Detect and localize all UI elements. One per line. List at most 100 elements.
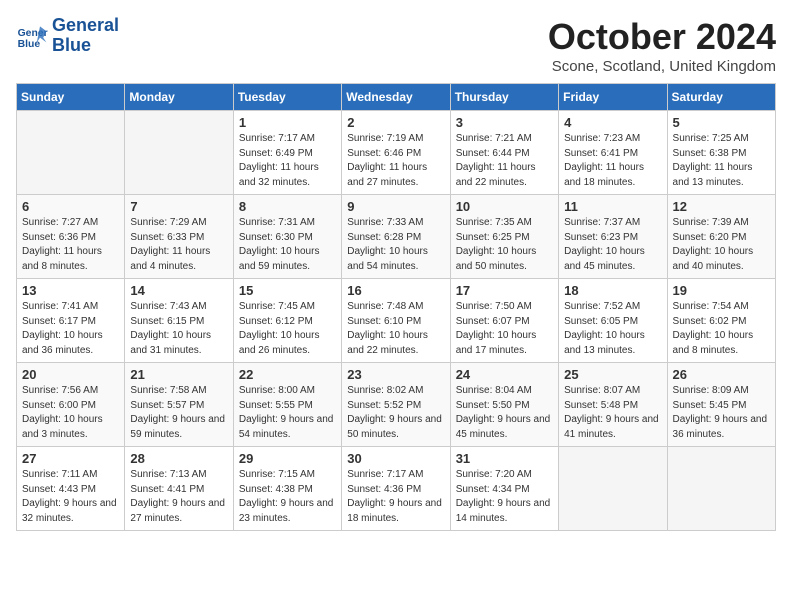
day-number: 14 xyxy=(130,283,227,298)
day-detail: Sunrise: 7:56 AM Sunset: 6:00 PM Dayligh… xyxy=(22,384,119,442)
location: Scone, Scotland, United Kingdom xyxy=(548,58,776,75)
day-number: 27 xyxy=(22,451,119,466)
day-detail: Sunrise: 7:39 AM Sunset: 6:20 PM Dayligh… xyxy=(673,216,770,274)
title-block: October 2024 Scone, Scotland, United Kin… xyxy=(548,16,776,75)
calendar-day-cell: 2 Sunrise: 7:19 AM Sunset: 6:46 PM Daylig… xyxy=(342,111,450,195)
day-detail: Sunrise: 8:07 AM Sunset: 5:48 PM Dayligh… xyxy=(564,384,661,442)
day-of-week-header: Friday xyxy=(559,84,667,111)
calendar-day-cell: 25 Sunrise: 8:07 AM Sunset: 5:48 PM Dayli… xyxy=(559,363,667,447)
day-number: 6 xyxy=(22,199,119,214)
day-detail: Sunrise: 8:09 AM Sunset: 5:45 PM Dayligh… xyxy=(673,384,770,442)
day-detail: Sunrise: 7:50 AM Sunset: 6:07 PM Dayligh… xyxy=(456,300,553,358)
calendar-day-cell xyxy=(125,111,233,195)
calendar-day-cell: 8 Sunrise: 7:31 AM Sunset: 6:30 PM Daylig… xyxy=(233,195,341,279)
month-title: October 2024 xyxy=(548,16,776,58)
day-detail: Sunrise: 7:15 AM Sunset: 4:38 PM Dayligh… xyxy=(239,468,336,526)
calendar-week-row: 1Sunrise: 7:17 AM Sunset: 6:49 PM Daylig… xyxy=(17,111,776,195)
day-number: 13 xyxy=(22,283,119,298)
day-number: 15 xyxy=(239,283,336,298)
calendar-day-cell: 16Sunrise: 7:48 AM Sunset: 6:10 PM Dayli… xyxy=(342,279,450,363)
calendar-day-cell: 20 Sunrise: 7:56 AM Sunset: 6:00 PM Dayli… xyxy=(17,363,125,447)
day-number: 4 xyxy=(564,115,661,130)
day-detail: Sunrise: 7:23 AM Sunset: 6:41 PM Dayligh… xyxy=(564,132,661,190)
svg-text:Blue: Blue xyxy=(18,39,41,50)
day-number: 22 xyxy=(239,367,336,382)
day-of-week-header: Thursday xyxy=(450,84,558,111)
day-number: 16 xyxy=(347,283,444,298)
calendar-week-row: 27 Sunrise: 7:11 AM Sunset: 4:43 PM Dayli… xyxy=(17,447,776,531)
day-detail: Sunrise: 7:52 AM Sunset: 6:05 PM Dayligh… xyxy=(564,300,661,358)
calendar-day-cell: 22Sunrise: 8:00 AM Sunset: 5:55 PM Dayli… xyxy=(233,363,341,447)
day-number: 2 xyxy=(347,115,444,130)
day-detail: Sunrise: 7:33 AM Sunset: 6:28 PM Dayligh… xyxy=(347,216,444,274)
day-number: 28 xyxy=(130,451,227,466)
calendar-day-cell: 30Sunrise: 7:17 AM Sunset: 4:36 PM Dayli… xyxy=(342,447,450,531)
day-number: 24 xyxy=(456,367,553,382)
calendar-day-cell: 19 Sunrise: 7:54 AM Sunset: 6:02 PM Dayli… xyxy=(667,279,775,363)
day-number: 1 xyxy=(239,115,336,130)
day-number: 20 xyxy=(22,367,119,382)
calendar-day-cell: 12 Sunrise: 7:39 AM Sunset: 6:20 PM Dayli… xyxy=(667,195,775,279)
calendar-header: SundayMondayTuesdayWednesdayThursdayFrid… xyxy=(17,84,776,111)
calendar-day-cell: 18Sunrise: 7:52 AM Sunset: 6:05 PM Dayli… xyxy=(559,279,667,363)
day-number: 25 xyxy=(564,367,661,382)
day-number: 8 xyxy=(239,199,336,214)
calendar-table: SundayMondayTuesdayWednesdayThursdayFrid… xyxy=(16,83,776,531)
day-detail: Sunrise: 8:02 AM Sunset: 5:52 PM Dayligh… xyxy=(347,384,444,442)
calendar-day-cell: 13 Sunrise: 7:41 AM Sunset: 6:17 PM Dayli… xyxy=(17,279,125,363)
day-detail: Sunrise: 7:41 AM Sunset: 6:17 PM Dayligh… xyxy=(22,300,119,358)
day-of-week-header: Tuesday xyxy=(233,84,341,111)
day-detail: Sunrise: 7:20 AM Sunset: 4:34 PM Dayligh… xyxy=(456,468,553,526)
day-number: 5 xyxy=(673,115,770,130)
calendar-day-cell: 15Sunrise: 7:45 AM Sunset: 6:12 PM Dayli… xyxy=(233,279,341,363)
calendar-day-cell xyxy=(17,111,125,195)
calendar-day-cell: 29Sunrise: 7:15 AM Sunset: 4:38 PM Dayli… xyxy=(233,447,341,531)
calendar-day-cell: 27 Sunrise: 7:11 AM Sunset: 4:43 PM Dayli… xyxy=(17,447,125,531)
calendar-day-cell: 14 Sunrise: 7:43 AM Sunset: 6:15 PM Dayli… xyxy=(125,279,233,363)
calendar-day-cell: 11 Sunrise: 7:37 AM Sunset: 6:23 PM Dayli… xyxy=(559,195,667,279)
calendar-day-cell: 23Sunrise: 8:02 AM Sunset: 5:52 PM Dayli… xyxy=(342,363,450,447)
calendar-day-cell: 24 Sunrise: 8:04 AM Sunset: 5:50 PM Dayli… xyxy=(450,363,558,447)
calendar-day-cell: 1Sunrise: 7:17 AM Sunset: 6:49 PM Daylig… xyxy=(233,111,341,195)
day-number: 31 xyxy=(456,451,553,466)
day-of-week-header: Saturday xyxy=(667,84,775,111)
day-number: 3 xyxy=(456,115,553,130)
calendar-week-row: 13 Sunrise: 7:41 AM Sunset: 6:17 PM Dayli… xyxy=(17,279,776,363)
calendar-week-row: 6 Sunrise: 7:27 AM Sunset: 6:36 PM Daylig… xyxy=(17,195,776,279)
day-detail: Sunrise: 7:27 AM Sunset: 6:36 PM Dayligh… xyxy=(22,216,119,274)
day-detail: Sunrise: 7:31 AM Sunset: 6:30 PM Dayligh… xyxy=(239,216,336,274)
day-detail: Sunrise: 8:04 AM Sunset: 5:50 PM Dayligh… xyxy=(456,384,553,442)
day-of-week-header: Wednesday xyxy=(342,84,450,111)
calendar-day-cell: 4 Sunrise: 7:23 AM Sunset: 6:41 PM Daylig… xyxy=(559,111,667,195)
day-detail: Sunrise: 7:13 AM Sunset: 4:41 PM Dayligh… xyxy=(130,468,227,526)
calendar-day-cell: 6 Sunrise: 7:27 AM Sunset: 6:36 PM Daylig… xyxy=(17,195,125,279)
day-detail: Sunrise: 7:54 AM Sunset: 6:02 PM Dayligh… xyxy=(673,300,770,358)
day-detail: Sunrise: 7:11 AM Sunset: 4:43 PM Dayligh… xyxy=(22,468,119,526)
day-number: 9 xyxy=(347,199,444,214)
logo: General Blue General Blue xyxy=(16,16,119,56)
day-number: 21 xyxy=(130,367,227,382)
calendar-day-cell: 9 Sunrise: 7:33 AM Sunset: 6:28 PM Daylig… xyxy=(342,195,450,279)
page-header: General Blue General Blue October 2024 S… xyxy=(16,16,776,75)
day-number: 7 xyxy=(130,199,227,214)
calendar-day-cell xyxy=(667,447,775,531)
calendar-week-row: 20 Sunrise: 7:56 AM Sunset: 6:00 PM Dayli… xyxy=(17,363,776,447)
day-number: 10 xyxy=(456,199,553,214)
day-detail: Sunrise: 7:21 AM Sunset: 6:44 PM Dayligh… xyxy=(456,132,553,190)
day-detail: Sunrise: 7:58 AM Sunset: 5:57 PM Dayligh… xyxy=(130,384,227,442)
calendar-day-cell: 26Sunrise: 8:09 AM Sunset: 5:45 PM Dayli… xyxy=(667,363,775,447)
calendar-day-cell: 28 Sunrise: 7:13 AM Sunset: 4:41 PM Dayli… xyxy=(125,447,233,531)
day-number: 17 xyxy=(456,283,553,298)
calendar-body: 1Sunrise: 7:17 AM Sunset: 6:49 PM Daylig… xyxy=(17,111,776,531)
logo-icon: General Blue xyxy=(16,20,48,52)
calendar-day-cell: 10Sunrise: 7:35 AM Sunset: 6:25 PM Dayli… xyxy=(450,195,558,279)
day-number: 12 xyxy=(673,199,770,214)
day-detail: Sunrise: 7:43 AM Sunset: 6:15 PM Dayligh… xyxy=(130,300,227,358)
logo-text: General Blue xyxy=(52,16,119,56)
day-number: 11 xyxy=(564,199,661,214)
day-detail: Sunrise: 7:19 AM Sunset: 6:46 PM Dayligh… xyxy=(347,132,444,190)
logo-line1: General xyxy=(52,15,119,35)
day-detail: Sunrise: 7:37 AM Sunset: 6:23 PM Dayligh… xyxy=(564,216,661,274)
calendar-day-cell: 31 Sunrise: 7:20 AM Sunset: 4:34 PM Dayli… xyxy=(450,447,558,531)
day-number: 19 xyxy=(673,283,770,298)
